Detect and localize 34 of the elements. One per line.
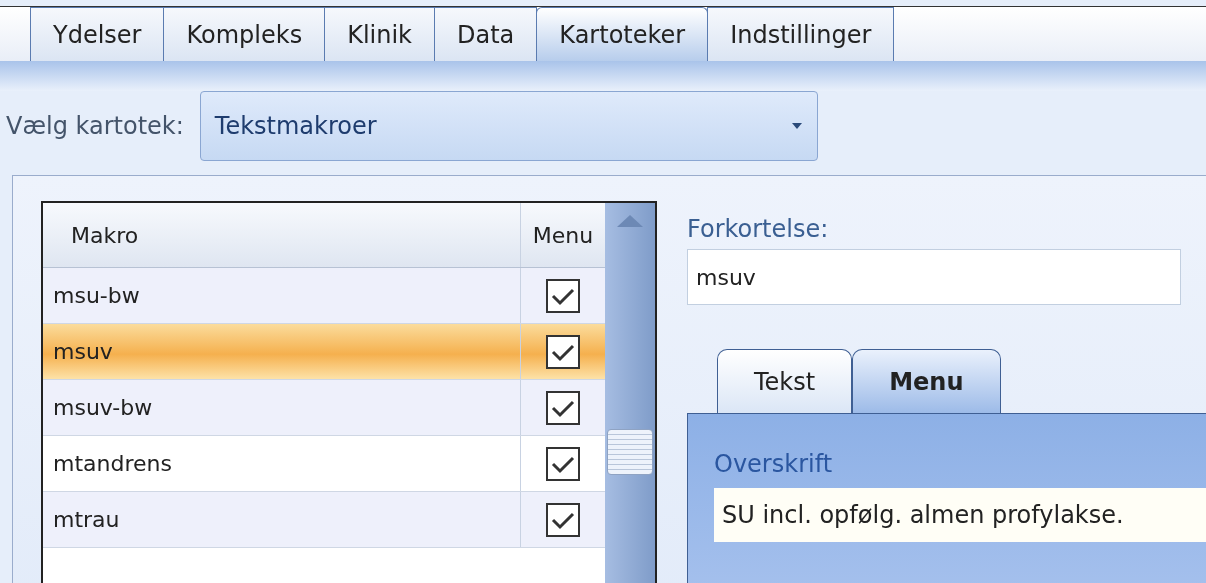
checkbox[interactable] xyxy=(546,334,580,369)
heading-field[interactable]: SU incl. opfølg. almen profylakse. xyxy=(714,488,1206,542)
dropdown-arrow-icon xyxy=(790,122,803,130)
table-row[interactable]: msuv xyxy=(43,324,605,380)
tab[interactable]: Klinik xyxy=(324,7,435,61)
table-row[interactable]: mtrau xyxy=(43,492,605,548)
field-label: Overskrift xyxy=(714,450,834,478)
table-cell: mtandrens xyxy=(53,451,172,476)
tab[interactable]: Tekst xyxy=(717,349,853,413)
checkbox[interactable] xyxy=(546,446,580,481)
table-cell: msuv xyxy=(53,339,113,364)
checkbox[interactable] xyxy=(546,278,580,313)
table-cell: msuv-bw xyxy=(53,395,153,420)
column-header[interactable]: Menu xyxy=(521,203,605,267)
abbreviation-field[interactable]: msuv xyxy=(687,249,1181,305)
checkbox[interactable] xyxy=(546,502,580,537)
table-cell: mtrau xyxy=(53,507,120,532)
checkbox[interactable] xyxy=(546,390,580,425)
column-header[interactable]: Makro xyxy=(43,203,521,267)
tab[interactable]: Ydelser xyxy=(30,7,165,61)
field-label: Forkortelse: xyxy=(687,215,830,243)
scroll-thumb[interactable] xyxy=(607,429,653,475)
catalog-dropdown[interactable]: Tekstmakroer xyxy=(199,91,818,161)
selector-label: Vælg kartotek: xyxy=(6,112,184,140)
tab[interactable]: Indstillinger xyxy=(707,7,895,61)
table-row[interactable]: msuv-bw xyxy=(43,380,605,436)
table-cell: msu-bw xyxy=(53,283,140,308)
tab[interactable]: Kompleks xyxy=(163,7,326,61)
tab[interactable]: Kartoteker xyxy=(536,7,709,61)
tab[interactable]: Data xyxy=(434,7,538,61)
tab[interactable]: Menu xyxy=(852,349,1001,413)
scrollbar[interactable] xyxy=(605,203,655,583)
table-row[interactable]: mtandrens xyxy=(43,436,605,492)
table-row[interactable]: msu-bw xyxy=(43,268,605,324)
